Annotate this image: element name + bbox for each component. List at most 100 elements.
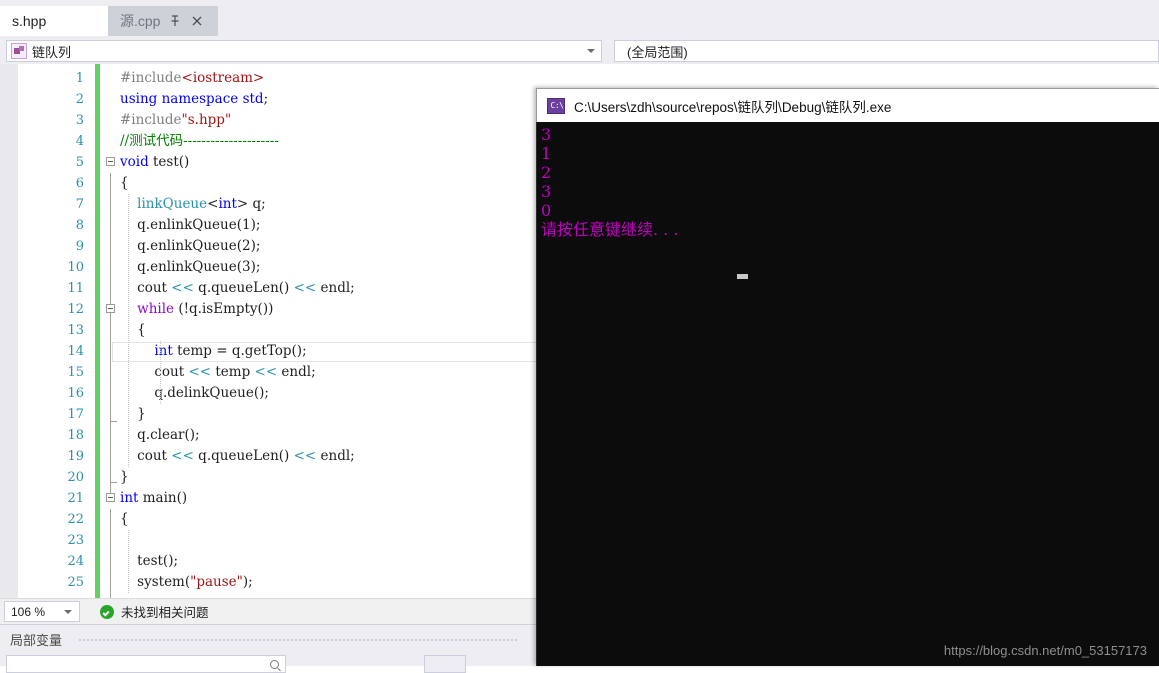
- code-line[interactable]: void test(): [104, 152, 189, 173]
- code-line-text: }: [120, 469, 129, 485]
- line-number: 9: [75, 239, 84, 254]
- code-line[interactable]: q.clear();: [104, 425, 200, 446]
- code-line-text: #include<iostream>: [120, 70, 265, 86]
- code-line-text: int main(): [120, 490, 188, 506]
- collapse-toggle[interactable]: [106, 493, 115, 502]
- code-line[interactable]: {: [104, 509, 129, 530]
- line-number: 20: [67, 470, 84, 485]
- line-number: 4: [75, 134, 84, 149]
- console-window[interactable]: C:\ C:\Users\zdh\source\repos\链队列\Debug\…: [536, 88, 1159, 666]
- outline-bracket-line: [110, 320, 111, 429]
- line-number: 17: [67, 407, 84, 422]
- line-number: 10: [67, 260, 84, 275]
- tab-strip-empty-area: [218, 0, 1159, 36]
- line-number: 1: [75, 71, 84, 86]
- indent-guide: [160, 341, 161, 404]
- console-title-text: C:\Users\zdh\source\repos\链队列\Debug\链队列.…: [574, 99, 892, 115]
- line-number: 7: [75, 197, 84, 212]
- code-line-text: {: [120, 175, 129, 191]
- code-line[interactable]: {: [104, 173, 129, 194]
- line-number: 13: [67, 323, 84, 338]
- line-number-gutter: 1 2 3 4 5 6 7 8 9 10 11 12 13 14 15 16 17 18 19 20 21 22 23 24 2…: [18, 64, 92, 598]
- locals-toolbar-button[interactable]: [424, 655, 466, 673]
- indent-guide: [128, 530, 129, 593]
- zoom-level-dropdown[interactable]: 106 %: [4, 601, 80, 622]
- line-number: 15: [67, 365, 84, 380]
- console-output-line: 请按任意键继续. . .: [541, 220, 679, 239]
- code-line[interactable]: //测试代码---------------------: [104, 131, 279, 152]
- console-output-line: 0: [541, 201, 552, 220]
- tab-s-hpp[interactable]: s.hpp: [0, 6, 108, 36]
- console-icon: C:\: [547, 97, 565, 114]
- console-output-line: 1: [541, 144, 552, 163]
- chevron-down-icon[interactable]: [587, 49, 595, 53]
- line-number: 2: [75, 92, 84, 107]
- line-number: 6: [75, 176, 84, 191]
- panel-drag-grip[interactable]: [78, 638, 518, 643]
- locals-panel-title: 局部变量: [10, 632, 63, 648]
- code-line[interactable]: int main(): [104, 488, 187, 509]
- code-line-text: #include"s.hpp": [120, 112, 232, 128]
- zoom-level-value: 106 %: [11, 604, 46, 619]
- code-line[interactable]: [104, 530, 120, 551]
- change-indicator-bar: [95, 64, 100, 598]
- line-number: 24: [67, 554, 84, 569]
- console-icon-glyph: C:\: [550, 100, 564, 110]
- code-line-text: cout << temp << endl;: [120, 364, 316, 380]
- code-line[interactable]: using namespace std;: [104, 89, 268, 110]
- code-line-text: q.clear();: [120, 427, 200, 443]
- line-number: 19: [67, 449, 84, 464]
- code-line[interactable]: cout << q.queueLen() << endl;: [104, 446, 355, 467]
- code-line[interactable]: cout << temp << endl;: [104, 362, 316, 383]
- code-line-text: int temp = q.getTop();: [154, 343, 307, 359]
- selection-margin: [0, 64, 18, 598]
- code-line-text: test();: [120, 553, 179, 569]
- chevron-down-icon[interactable]: [64, 609, 72, 614]
- code-line[interactable]: }: [104, 467, 129, 488]
- type-scope-dropdown[interactable]: 链队列: [6, 40, 602, 62]
- watermark: https://blog.csdn.net/m0_53157173: [943, 643, 1147, 658]
- code-line[interactable]: system("pause");: [104, 572, 253, 593]
- code-line[interactable]: while (!q.isEmpty()): [104, 299, 273, 320]
- code-line-text: system("pause");: [120, 574, 253, 590]
- pin-icon[interactable]: [168, 14, 182, 28]
- line-number: 8: [75, 218, 84, 233]
- code-line-text: //测试代码---------------------: [120, 133, 279, 149]
- outline-bracket-line: [110, 509, 111, 598]
- code-line[interactable]: #include<iostream>: [104, 68, 264, 89]
- locals-search-input[interactable]: [6, 655, 286, 673]
- type-scope-value: 链队列: [32, 44, 72, 60]
- member-scope-dropdown[interactable]: (全局范围): [614, 40, 1159, 62]
- code-line[interactable]: cout << q.queueLen() << endl;: [104, 278, 355, 299]
- code-line[interactable]: int temp = q.getTop();: [104, 341, 307, 362]
- line-number: 11: [67, 281, 84, 296]
- line-number: 3: [75, 113, 84, 128]
- collapse-toggle[interactable]: [106, 304, 115, 313]
- console-output-line: 2: [541, 163, 552, 182]
- code-line-text: cout << q.queueLen() << endl;: [120, 280, 355, 296]
- outline-bracket-foot: [110, 482, 117, 483]
- console-output-area[interactable]: 3 1 2 3 0 请按任意键继续. . .: [536, 122, 1159, 666]
- line-number: 14: [67, 344, 84, 359]
- code-line-text: {: [120, 511, 129, 527]
- code-line[interactable]: #include"s.hpp": [104, 110, 231, 131]
- editor-tab-strip: s.hpp 源.cpp: [0, 0, 1159, 36]
- issue-status-text: 未找到相关问题: [121, 606, 209, 620]
- code-line-text: while (!q.isEmpty()): [137, 301, 274, 317]
- tab-yuan-cpp-label: 源.cpp: [120, 13, 161, 29]
- issue-status[interactable]: 未找到相关问题: [100, 599, 209, 624]
- tab-s-hpp-label: s.hpp: [12, 13, 47, 29]
- close-icon[interactable]: [190, 14, 204, 28]
- console-output-line: 3: [541, 125, 552, 144]
- code-line[interactable]: test();: [104, 551, 178, 572]
- collapse-toggle[interactable]: [106, 157, 115, 166]
- search-icon: [270, 660, 279, 669]
- line-number: 5: [75, 155, 84, 170]
- tab-yuan-cpp[interactable]: 源.cpp: [108, 6, 218, 36]
- class-icon: [11, 43, 27, 59]
- line-number: 22: [67, 512, 84, 527]
- console-title-bar[interactable]: C:\ C:\Users\zdh\source\repos\链队列\Debug\…: [536, 88, 1159, 122]
- code-line-text: void test(): [120, 154, 190, 170]
- indent-guide: [128, 194, 129, 467]
- line-number: 12: [67, 302, 84, 317]
